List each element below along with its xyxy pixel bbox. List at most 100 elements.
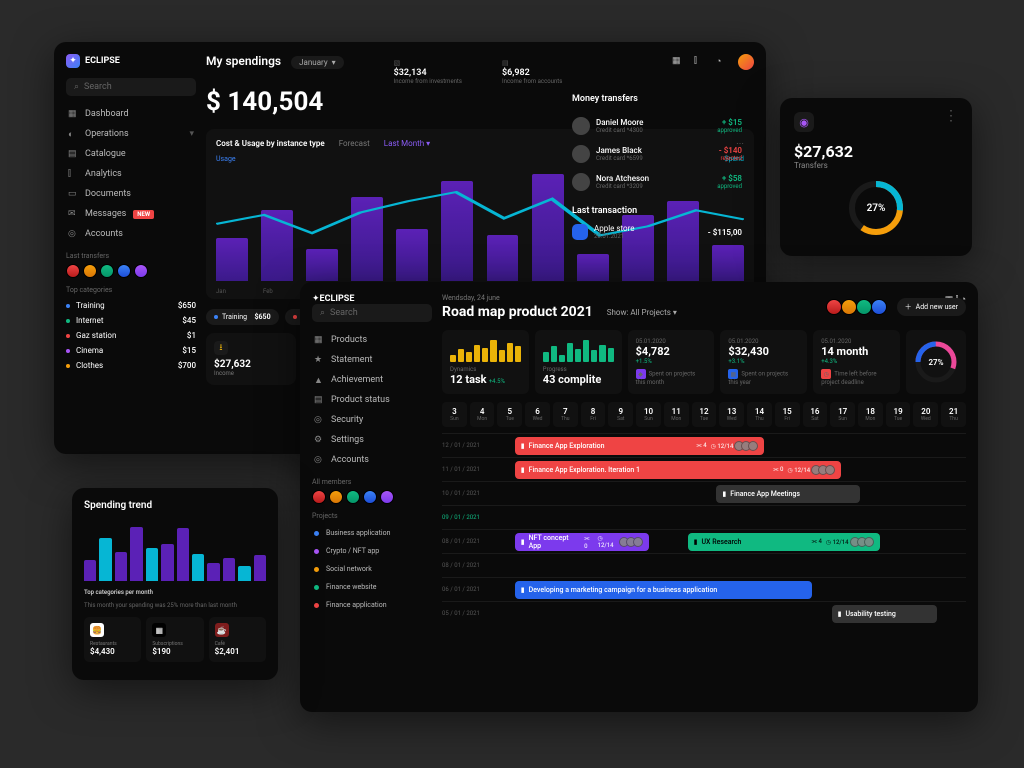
- day-cell[interactable]: 18Mon: [858, 402, 883, 427]
- day-cell[interactable]: 21Thu: [941, 402, 966, 427]
- project-item[interactable]: Finance application: [312, 596, 432, 614]
- category-item[interactable]: Training$650: [66, 298, 196, 313]
- day-cell[interactable]: 6Wed: [525, 402, 550, 427]
- sidebar-item-documents[interactable]: ▭ Documents: [66, 184, 196, 204]
- sidebar-item-statement[interactable]: ★Statement: [312, 350, 432, 370]
- sidebar-item-analytics[interactable]: ⫿Analytics: [66, 164, 196, 184]
- gantt-bar[interactable]: ▮Usability testing: [832, 605, 938, 623]
- sidebar-item-accounts[interactable]: ◎Accounts: [66, 224, 196, 244]
- day-cell[interactable]: 20Wed: [913, 402, 938, 427]
- gantt-bar[interactable]: ▮Finance App Exploration. Iteration 1⫘ 0…: [515, 461, 841, 479]
- transfer-row[interactable]: Daniel MooreCredit card *4300+ $15approv…: [572, 112, 742, 140]
- flag-icon: ▮: [694, 538, 698, 546]
- nav-icon: ◎: [314, 415, 324, 425]
- gantt-bar[interactable]: ▮Finance App Exploration⫘ 4◷ 12/14: [515, 437, 765, 455]
- day-cell[interactable]: 14Thu: [747, 402, 772, 427]
- day-cell[interactable]: 9Sat: [608, 402, 633, 427]
- category-item[interactable]: Internet$45: [66, 313, 196, 328]
- search-icon: ⌕: [320, 308, 325, 318]
- gantt-row: 05 / 01 / 2021▮Usability testing: [442, 601, 966, 625]
- day-cell[interactable]: 4Mon: [470, 402, 495, 427]
- day-cell[interactable]: 3Sun: [442, 402, 467, 427]
- widget-amount: $27,632: [794, 142, 958, 161]
- more-icon[interactable]: ⋮: [944, 112, 958, 132]
- nav-icon: ▭: [68, 189, 78, 199]
- avatar-row[interactable]: [312, 490, 432, 504]
- sidebar-item-achievement[interactable]: ▲Achievement: [312, 370, 432, 390]
- sidebar-item-operations[interactable]: ◐Operations▾: [66, 124, 196, 144]
- kpi-spent-year[interactable]: 05.01.2020 $32,430 +3.1% ▦Spent on proje…: [720, 330, 807, 394]
- day-cell[interactable]: 15Fri: [775, 402, 800, 427]
- top-categories-label: Top categories: [66, 286, 196, 294]
- wallet-icon: ◆: [636, 369, 646, 379]
- gantt-bar[interactable]: ▮Developing a marketing campaign for a b…: [515, 581, 813, 599]
- sidebar-item-label: Messages: [85, 209, 126, 219]
- sidebar-item-dashboard[interactable]: ▦Dashboard: [66, 104, 196, 124]
- transfer-row[interactable]: Nora AtchesonCredit card *3209+ $58appro…: [572, 168, 742, 196]
- month-picker[interactable]: January▾: [291, 56, 344, 69]
- flag-icon: ▮: [838, 610, 842, 618]
- filter-pill[interactable]: Training $650: [206, 309, 279, 325]
- kpi-donut: 27%: [906, 330, 966, 394]
- project-item[interactable]: Social network: [312, 560, 432, 578]
- kpi-spent-month[interactable]: 05.01.2020 $4,782 +1.5% ◆Spent on projec…: [628, 330, 715, 394]
- project-item[interactable]: Crypto / NFT app: [312, 542, 432, 560]
- money-transfers: Money transfers Daniel MooreCredit card …: [572, 94, 742, 240]
- kpi-progress[interactable]: Progress 43 complite: [535, 330, 622, 394]
- project-item[interactable]: Finance website: [312, 578, 432, 596]
- category-item[interactable]: Cinema$15: [66, 343, 196, 358]
- category-item[interactable]: Gaz station$1: [66, 328, 196, 343]
- day-cell[interactable]: 19Tue: [886, 402, 911, 427]
- day-cell[interactable]: 7Thu: [553, 402, 578, 427]
- day-cell[interactable]: 8Fri: [581, 402, 606, 427]
- new-badge: NEW: [133, 210, 154, 219]
- widget-label: Transfers: [794, 161, 958, 170]
- sidebar-item-product-status[interactable]: ▤Product status: [312, 390, 432, 410]
- day-cell[interactable]: 13Wed: [719, 402, 744, 427]
- sidebar-item-label: Operations: [85, 129, 129, 139]
- sidebar-item-accounts[interactable]: ◎Accounts: [312, 450, 432, 470]
- spending-trend-widget: Spending trend Top categories per month …: [72, 488, 278, 680]
- sidebar-item-products[interactable]: ▦Products: [312, 330, 432, 350]
- sidebar-item-settings[interactable]: ⚙Settings: [312, 430, 432, 450]
- attachment-icon: ⫘ 4: [812, 538, 822, 546]
- project-item[interactable]: Business application: [312, 524, 432, 542]
- trend-tile[interactable]: 🍔Restaurants$4,430: [84, 617, 141, 662]
- sidebar-item-catalogue[interactable]: ▤Catalogue: [66, 144, 196, 164]
- day-cell[interactable]: 5Tue: [497, 402, 522, 427]
- sidebar-item-label: Product status: [331, 395, 390, 405]
- sidebar-item-messages[interactable]: ✉MessagesNEW: [66, 204, 196, 224]
- trend-subtext: This month your spending was 25% more th…: [84, 602, 266, 609]
- day-cell[interactable]: 17Sun: [830, 402, 855, 427]
- category-item[interactable]: Clothes$700: [66, 358, 196, 373]
- add-user-button[interactable]: ＋Add new user: [897, 298, 966, 316]
- trend-tile[interactable]: ☕Café$2,401: [209, 617, 266, 662]
- income-card[interactable]: ⭳ $27,632 Income: [206, 333, 296, 385]
- nav-icon: ⚙: [314, 435, 324, 445]
- last-transaction[interactable]: Apple store 20.01.2021 - $115,00: [572, 224, 742, 240]
- day-cell[interactable]: 16Sat: [803, 402, 828, 427]
- day-cell[interactable]: 12Tue: [692, 402, 717, 427]
- range-picker[interactable]: Last Month ▾: [384, 139, 430, 148]
- search-input[interactable]: ⌕Search: [66, 78, 196, 96]
- camera-icon[interactable]: ◉: [794, 112, 814, 132]
- attachment-icon: ⫘ 4: [696, 442, 706, 450]
- gantt-bar[interactable]: ▮Finance App Meetings: [716, 485, 860, 503]
- avatar-row[interactable]: [830, 299, 887, 315]
- kpi-deadline[interactable]: 05.01.2020 14 month +4.3% ◷Time left bef…: [813, 330, 900, 394]
- gantt-bar[interactable]: ▮NFT concept App⫘ 0◷ 12/14: [515, 533, 649, 551]
- sidebar-item-label: Documents: [85, 189, 131, 199]
- gantt-bar[interactable]: ▮UX Research⫘ 4◷ 12/14: [688, 533, 880, 551]
- day-cell[interactable]: 11Mon: [664, 402, 689, 427]
- search-input[interactable]: ⌕Search: [312, 304, 432, 322]
- day-cell[interactable]: 10Sun: [636, 402, 661, 427]
- show-filter[interactable]: Show: All Projects ▾: [607, 308, 677, 317]
- search-icon: ⌕: [74, 82, 79, 92]
- transfer-row[interactable]: James BlackCredit card *6599- $140reject…: [572, 140, 742, 168]
- sidebar-item-label: Catalogue: [85, 149, 126, 159]
- sidebar-item-security[interactable]: ◎Security: [312, 410, 432, 430]
- trend-tile[interactable]: ▦Subscriptions$190: [146, 617, 203, 662]
- avatar-row[interactable]: [66, 264, 196, 278]
- kpi-dynamics[interactable]: Dynamics 12 task +4.5%: [442, 330, 529, 394]
- avatar: [572, 145, 590, 163]
